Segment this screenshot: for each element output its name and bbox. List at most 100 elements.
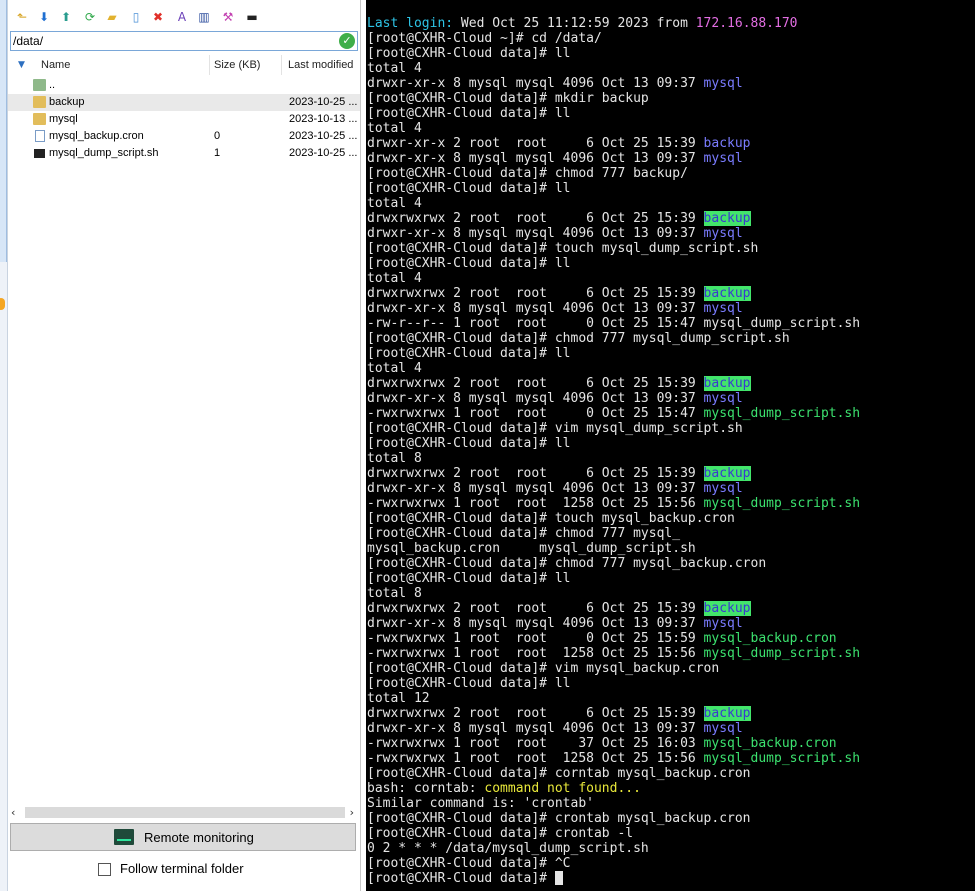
terminal-text: [root@CXHR-Cloud data]# ll [367,346,571,361]
file-row[interactable]: .. [8,77,360,94]
terminal-line: [root@CXHR-Cloud data]# crontab -l [367,826,860,841]
scroll-thumb[interactable] [25,807,345,818]
terminal-text: -rwxrwxrwx 1 root root 1258 Oct 25 15:56 [367,751,704,766]
terminal-text: mysql_dump_script.sh [703,751,861,766]
terminal-line: drwxr-xr-x 8 mysql mysql 4096 Oct 13 09:… [367,481,860,496]
terminal-text: mysql [703,301,743,316]
horizontal-scrollbar[interactable]: ‹ › [8,804,360,821]
terminal-line: drwxrwxrwx 2 root root 6 Oct 25 15:39 ba… [367,211,860,226]
terminal-line: [root@CXHR-Cloud data]# ll [367,256,860,271]
terminal-text: [root@CXHR-Cloud data]# [367,871,555,886]
terminal-text: backup [703,136,751,151]
scroll-left-icon[interactable]: ‹ [11,804,15,821]
file-row[interactable]: mysql 2023-10-13 ... [8,111,360,128]
remote-monitoring-label: Remote monitoring [144,830,254,845]
file-name: mysql_backup.cron [49,130,144,142]
terminal-line: [root@CXHR-Cloud data]# corntab mysql_ba… [367,766,860,781]
terminal-text: [root@CXHR-Cloud data]# touch mysql_dump… [367,241,759,256]
path-input[interactable] [13,33,333,49]
terminal-line: [root@CXHR-Cloud data]# ^C [367,856,860,871]
terminal-line: drwxr-xr-x 2 root root 6 Oct 25 15:39 ba… [367,136,860,151]
terminal-line: [root@CXHR-Cloud data]# vim mysql_backup… [367,661,860,676]
terminal-cursor[interactable] [554,871,563,885]
terminal-text: total 12 [367,691,430,706]
upload-icon[interactable]: ⬆ [58,9,74,25]
go-check-icon[interactable]: ✓ [339,33,355,49]
terminal-line: total 4 [367,196,860,211]
terminal-text: [root@CXHR-Cloud data]# chmod 777 mysql_ [367,526,681,541]
edit-wand-icon[interactable]: ⚒ [220,9,236,25]
terminal-text: total 4 [367,121,422,136]
terminal-text: [root@CXHR-Cloud data]# crontab mysql_ba… [367,811,751,826]
file-row[interactable]: mysql_backup.cron 0 2023-10-25 ... [8,128,360,145]
terminal-line: drwxrwxrwx 2 root root 6 Oct 25 15:39 ba… [367,706,860,721]
file-row[interactable]: mysql_dump_script.sh 1 2023-10-25 ... [8,145,360,162]
terminal-text: mysql_dump_script.sh [703,646,861,661]
terminal-text: mysql_backup.cron mysql_dump_script.sh [367,541,696,556]
terminal-line: [root@CXHR-Cloud data]# ll [367,346,860,361]
follow-terminal-checkbox[interactable] [98,863,111,876]
terminal-text: [root@CXHR-Cloud data]# ll [367,571,571,586]
terminal-line: Similar command is: 'crontab' [367,796,860,811]
terminal-text: total 8 [367,451,422,466]
terminal-text: [root@CXHR-Cloud data]# chmod 777 mysql_… [367,556,767,571]
terminal-line: [root@CXHR-Cloud data]# touch mysql_back… [367,511,860,526]
terminal-text: mysql_dump_script.sh [703,496,861,511]
terminal-pane[interactable]: Last login: Wed Oct 25 11:12:59 2023 fro… [366,0,975,891]
terminal-line: drwxrwxrwx 2 root root 6 Oct 25 15:39 ba… [367,376,860,391]
remote-monitoring-button[interactable]: Remote monitoring [10,823,356,851]
terminal-line: [root@CXHR-Cloud data]# ll [367,106,860,121]
terminal-text: Wed Oct 25 11:12:59 2023 [460,16,649,31]
terminal-line: total 8 [367,586,860,601]
rename-icon[interactable]: A [174,9,190,25]
terminal-text: drwxr-xr-x 8 mysql mysql 4096 Oct 13 09:… [367,721,704,736]
folder-icon [33,113,46,125]
terminal-text: drwxrwxrwx 2 root root 6 Oct 25 15:39 [367,706,704,721]
terminal-text: drwxr-xr-x 8 mysql mysql 4096 Oct 13 09:… [367,226,704,241]
terminal-line: [root@CXHR-Cloud data]# mkdir backup [367,91,860,106]
terminal-text: total 8 [367,586,422,601]
terminal-text: -rwxrwxrwx 1 root root 0 Oct 25 15:47 [367,406,704,421]
terminal-line: drwxrwxrwx 2 root root 6 Oct 25 15:39 ba… [367,286,860,301]
status-dot-icon [0,298,5,310]
new-folder-icon[interactable]: ▰ [104,9,120,25]
terminal-line: [root@CXHR-Cloud data]# chmod 777 backup… [367,166,860,181]
terminal-text: -rw-r--r-- 1 root root 0 Oct 25 15:47 my… [367,316,861,331]
terminal-line: [root@CXHR-Cloud data]# crontab mysql_ba… [367,811,860,826]
terminal-text: total 4 [367,271,422,286]
terminal-line: drwxr-xr-x 8 mysql mysql 4096 Oct 13 09:… [367,151,860,166]
terminal-text: [root@CXHR-Cloud data]# ll [367,106,571,121]
download-icon[interactable]: ⬇ [36,9,52,25]
terminal-text: mysql [703,391,743,406]
folder-up-icon[interactable]: ⬑ [14,9,30,25]
terminal-text: -rwxrwxrwx 1 root root 37 Oct 25 16:03 [367,736,704,751]
refresh-icon[interactable]: ⟳ [82,9,98,25]
column-header-modified[interactable]: Last modified [282,55,360,75]
terminal-icon[interactable]: ▬ [244,9,260,25]
delete-icon[interactable]: ✖ [150,9,166,25]
terminal-line: [root@CXHR-Cloud data]# ll [367,46,860,61]
properties-icon[interactable]: ▥ [196,9,212,25]
terminal-output: Last login: Wed Oct 25 11:12:59 2023 fro… [367,16,860,886]
terminal-line: [root@CXHR-Cloud data]# [367,871,860,886]
column-header-size[interactable]: Size (KB) [210,55,282,75]
terminal-text: backup [703,706,751,721]
terminal-line: drwxr-xr-x 8 mysql mysql 4096 Oct 13 09:… [367,391,860,406]
terminal-text: drwxr-xr-x 8 mysql mysql 4096 Oct 13 09:… [367,301,704,316]
file-name: mysql [49,113,78,125]
file-row[interactable]: backup 2023-10-25 ... [8,94,360,111]
column-header-name[interactable]: Name [8,55,210,75]
terminal-line: -rwxrwxrwx 1 root root 1258 Oct 25 15:56… [367,646,860,661]
terminal-text: Last login: [367,16,461,31]
file-modified: 2023-10-25 ... [289,130,358,142]
terminal-line: drwxrwxrwx 2 root root 6 Oct 25 15:39 ba… [367,466,860,481]
terminal-line: [root@CXHR-Cloud data]# chmod 777 mysql_ [367,526,860,541]
scroll-right-icon[interactable]: › [350,804,354,821]
terminal-text: mysql [703,721,743,736]
terminal-text: [root@CXHR-Cloud data]# chmod 777 backup… [367,166,688,181]
new-file-icon[interactable]: ▯ [128,9,144,25]
terminal-line: -rwxrwxrwx 1 root root 0 Oct 25 15:47 my… [367,406,860,421]
terminal-line: [root@CXHR-Cloud data]# chmod 777 mysql_… [367,331,860,346]
terminal-line: drwxr-xr-x 8 mysql mysql 4096 Oct 13 09:… [367,226,860,241]
terminal-line: drwxr-xr-x 8 mysql mysql 4096 Oct 13 09:… [367,616,860,631]
